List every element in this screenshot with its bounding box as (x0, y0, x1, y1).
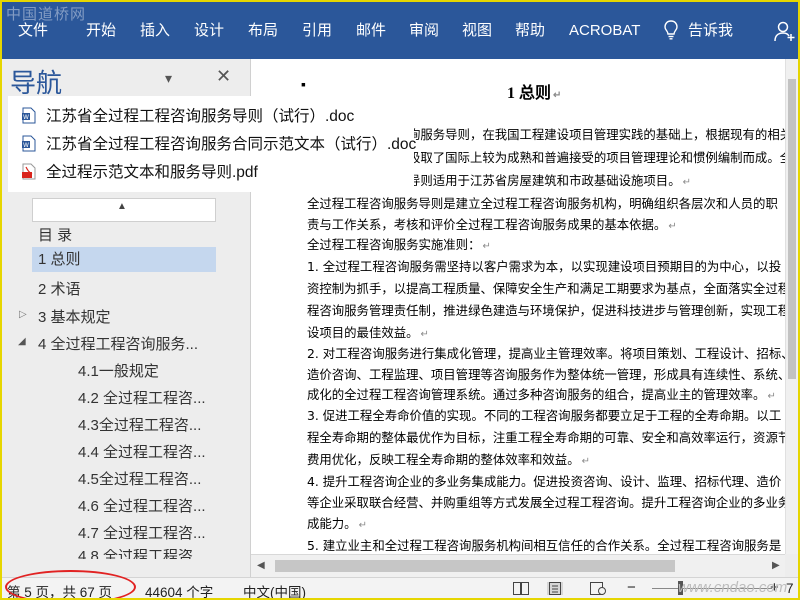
horizontal-scrollbar[interactable]: ◀ ▶ (251, 554, 785, 577)
paragraph-mark: ↵ (358, 520, 367, 531)
word-doc-icon: W (22, 135, 36, 151)
nav-item-4-3[interactable]: 4.3全过程工程咨... (78, 414, 201, 435)
document-line: 成化的全过程工程咨询管理系统。通过多种咨询服务的组合，提高业主的管理效率。 ↵ (307, 387, 776, 402)
nav-item-general[interactable]: 1 总则 (32, 247, 216, 272)
nav-item-terms[interactable]: 2 术语 (38, 278, 81, 299)
file-name: 江苏省全过程工程咨询服务导则（试行）.doc (46, 108, 355, 125)
paragraph-mark: ↵ (668, 221, 677, 232)
file-row[interactable]: W 江苏省全过程工程咨询服务合同示范文本（试行）.doc (22, 132, 416, 154)
file-name: 江苏省全过程工程咨询服务合同示范文本（试行）.doc (46, 136, 417, 153)
page-count-annotation-circle (5, 570, 136, 598)
document-line: 3. 促进工程全寿命价值的实现。不同的工程咨询服务都要立足于工程的全寿命期。以工 (307, 408, 782, 423)
nav-collapse-bar[interactable]: ▲ (32, 198, 216, 222)
collapse-triangle-icon[interactable]: ◢ (18, 336, 26, 347)
document-line: 成能力。 ↵ (307, 516, 367, 531)
paragraph-mark: ↵ (682, 177, 691, 188)
file-row[interactable]: 全过程示范文本和服务导则.pdf (22, 160, 258, 182)
nav-item-4-4[interactable]: 4.4 全过程工程咨... (78, 441, 206, 462)
document-line: 费用优化，反映工程全寿命期的整体效率和效益。 ↵ (307, 452, 590, 467)
document-line: 等企业采取联合经营、并购重组等方式发展全过程工程咨询。提升工程咨询企业的多业务集 (307, 495, 798, 510)
file-row[interactable]: W 江苏省全过程工程咨询服务导则（试行）.doc (22, 104, 354, 126)
document-line: 资控制为抓手，以提高工程质量、保障安全生产和满足工期要求为基点，全面落实全过程工 (307, 281, 798, 296)
vertical-scroll-thumb[interactable] (788, 79, 796, 379)
share-person-icon[interactable] (774, 20, 796, 42)
chapter-heading: 1 总则 ↵ (507, 85, 562, 102)
tab-file[interactable]: 文件 (18, 20, 48, 42)
vertical-scrollbar[interactable] (785, 59, 798, 554)
file-list-overlay: W 江苏省全过程工程咨询服务导则（试行）.doc W 江苏省全过程工程咨询服务合… (8, 96, 416, 192)
tab-insert[interactable]: 插入 (140, 20, 170, 42)
nav-item-toc[interactable]: 目 录 (38, 224, 72, 245)
document-line: 5. 建立业主和全过程工程咨询服务机构间相互信任的合作关系。全过程工程咨询服务是 (307, 538, 782, 553)
file-name: 全过程示范文本和服务导则.pdf (46, 164, 258, 181)
tab-references[interactable]: 引用 (302, 20, 332, 42)
print-layout-icon[interactable] (547, 582, 563, 595)
nav-title: 导航 (10, 68, 63, 98)
document-line: 设项目的最佳效益。 ↵ (307, 325, 429, 340)
tab-acrobat[interactable]: ACROBAT (569, 20, 640, 42)
paragraph-mark: ↵ (767, 391, 776, 402)
nav-item-4-8[interactable]: 4.8 全过程工程咨... (78, 549, 206, 559)
web-layout-icon[interactable] (590, 582, 606, 595)
nav-item-4-1[interactable]: 4.1一般规定 (78, 360, 159, 381)
svg-text:W: W (23, 114, 29, 121)
paragraph-mark: ↵ (420, 329, 429, 340)
word-doc-icon: W (22, 107, 36, 123)
language-indicator[interactable]: 中文(中国) (243, 581, 306, 598)
document-line: 全过程工程咨询服务实施准则： ↵ (307, 237, 491, 252)
tab-help[interactable]: 帮助 (515, 20, 545, 42)
document-line: 询服务导则，在我国工程建设项目管理实践的基础上，根据现有的相关工 (408, 127, 798, 142)
paragraph-mark: ↵ (581, 456, 590, 467)
scroll-right-icon[interactable]: ▶ (772, 560, 780, 571)
tell-me-label: 告诉我 (688, 22, 734, 39)
document-line: 造价咨询、工程监理、项目管理等咨询服务作为整体统一管理，形成具有连续性、系统、集 (307, 367, 798, 382)
document-line: 4. 提升工程咨询企业的多业务集成能力。促进投资咨询、设计、监理、招标代理、造价 (307, 474, 782, 489)
document-line: 程咨询服务管理责任制，推进绿色建造与环境保护，促进科技进步与管理创新，实现工程建 (307, 303, 798, 318)
pdf-file-icon (22, 163, 36, 179)
svg-text:W: W (23, 142, 29, 149)
expand-triangle-icon[interactable]: ▷ (19, 309, 27, 320)
tab-home[interactable]: 开始 (86, 20, 116, 42)
document-line: 程全寿命期的整体最优作为目标，注重工程全寿命期的可靠、安全和高效率运行，资源节约… (307, 430, 798, 445)
document-line: 责与工作关系，考核和评价全过程工程咨询服务成果的基本依据。 ↵ (307, 217, 677, 232)
zoom-out-icon[interactable]: − (627, 579, 636, 596)
tab-mailings[interactable]: 邮件 (356, 20, 386, 42)
nav-close-icon[interactable]: ✕ (216, 66, 231, 87)
nav-item-4-2[interactable]: 4.2 全过程工程咨... (78, 387, 206, 408)
tab-layout[interactable]: 布局 (248, 20, 278, 42)
tab-view[interactable]: 视图 (462, 20, 492, 42)
document-line: 全过程工程咨询服务导则是建立全过程工程咨询服务机构，明确组织各层次和人员的职 (307, 196, 778, 211)
word-window: 中国道桥网 文件 开始 插入 设计 布局 引用 邮件 审阅 视图 帮助 ACRO… (0, 0, 800, 600)
tab-review[interactable]: 审阅 (409, 20, 439, 42)
collapse-up-icon[interactable]: ▲ (117, 201, 127, 212)
ribbon: 中国道桥网 文件 开始 插入 设计 布局 引用 邮件 审阅 视图 帮助 ACRO… (2, 2, 798, 59)
document-line: 2. 对工程咨询服务进行集成化管理，提高业主管理效率。将项目策划、工程设计、招标… (307, 346, 794, 361)
document-line: 1. 全过程工程咨询服务需坚持以客户需求为本，以实现建设项目预期目的为中心，以投 (307, 259, 782, 274)
heading-bullet: ▪ (301, 76, 306, 92)
tell-me-box[interactable]: 告诉我 (664, 19, 733, 40)
word-count[interactable]: 44604 个字 (145, 581, 213, 598)
nav-options-chevron-down-icon[interactable]: ▾ (165, 70, 172, 87)
nav-item-basic-rules[interactable]: 3 基本规定 (38, 306, 111, 327)
document-line: 吸取了国际上较为成熟和普遍接受的项目管理理论和惯例编制而成。全 (408, 150, 793, 165)
tab-design[interactable]: 设计 (194, 20, 224, 42)
horizontal-scroll-thumb[interactable] (275, 560, 675, 572)
nav-item-4-7[interactable]: 4.7 全过程工程咨... (78, 522, 206, 543)
nav-item-4-6[interactable]: 4.6 全过程工程咨... (78, 495, 206, 516)
read-mode-icon[interactable] (513, 582, 529, 595)
document-line: 导则适用于江苏省房屋建筑和市政基础设施项目。 ↵ (408, 173, 691, 188)
paragraph-mark: ↵ (482, 241, 491, 252)
watermark-bottom: www.cndao.com (678, 579, 788, 596)
nav-item-section-4[interactable]: 4 全过程工程咨询服务... (38, 333, 198, 354)
lightbulb-icon (664, 19, 678, 39)
scroll-left-icon[interactable]: ◀ (257, 560, 265, 571)
nav-item-4-5[interactable]: 4.5全过程工程咨... (78, 468, 201, 489)
